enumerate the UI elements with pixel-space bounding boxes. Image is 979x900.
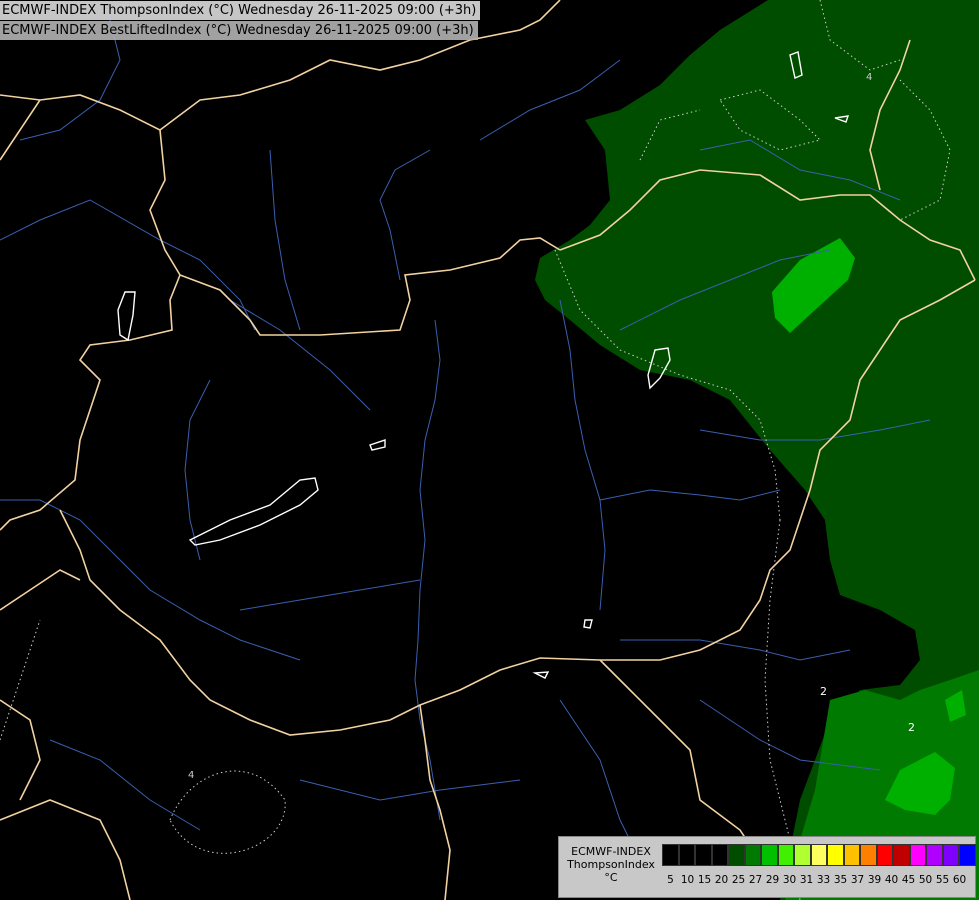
legend-swatch (794, 844, 811, 866)
contour-label: 4 (188, 770, 194, 781)
legend-swatch (678, 844, 695, 866)
legend-tick-label: 31 (799, 874, 814, 886)
legend-tick-label: 60 (952, 874, 967, 886)
legend-swatch (711, 844, 728, 866)
legend-swatches (662, 844, 976, 866)
legend-tick-label: 55 (935, 874, 950, 886)
legend-tick-label: 29 (765, 874, 780, 886)
legend-tick-label: 35 (833, 874, 848, 886)
legend-model-name: ECMWF-INDEX (571, 845, 651, 858)
legend-tick-label: 10 (680, 874, 695, 886)
legend-tick-label: 5 (667, 874, 674, 886)
legend-swatch (695, 844, 712, 866)
legend-tick-label: 27 (748, 874, 763, 886)
weather-map: 2 2 4 4 (0, 0, 979, 900)
legend-swatch (942, 844, 959, 866)
legend-swatch (728, 844, 745, 866)
legend-swatch (909, 844, 926, 866)
legend-swatch (662, 844, 679, 866)
map-title-thompson-index: ECMWF-INDEX ThompsonIndex (°C) Wednesday… (0, 1, 481, 20)
legend-tick-label: 25 (731, 874, 746, 886)
legend-tick-label: 20 (714, 874, 729, 886)
legend-tick-label: 40 (884, 874, 899, 886)
legend-swatch (926, 844, 943, 866)
legend-tick-label: 33 (816, 874, 831, 886)
legend-parameter-name: ThompsonIndex (567, 858, 655, 871)
legend-ticks: 5 10 15 20 25 27 29 30 31 33 35 37 39 40 45 50 55 60 (662, 873, 968, 887)
legend-tick-label: 37 (850, 874, 865, 886)
legend-tick-label: 50 (918, 874, 933, 886)
legend-label: ECMWF-INDEX ThompsonIndex °C (563, 845, 659, 884)
legend-swatch (810, 844, 827, 866)
contour-label: 2 (820, 685, 827, 698)
legend-tick-label: 39 (867, 874, 882, 886)
map-title-best-lifted-index: ECMWF-INDEX BestLiftedIndex (°C) Wednesd… (0, 21, 478, 40)
legend-swatch (761, 844, 778, 866)
legend-tick-label: 15 (697, 874, 712, 886)
color-legend: ECMWF-INDEX ThompsonIndex °C 5 10 15 20 25 27… (558, 836, 976, 898)
legend-swatch (827, 844, 844, 866)
legend-tick-label: 45 (901, 874, 916, 886)
legend-tick-label: 30 (782, 874, 797, 886)
legend-swatch (860, 844, 877, 866)
legend-swatch (959, 844, 976, 866)
legend-swatch (876, 844, 893, 866)
legend-unit: °C (604, 871, 618, 884)
legend-swatch (893, 844, 910, 866)
legend-swatch (744, 844, 761, 866)
contour-label: 2 (908, 721, 915, 734)
contour-label: 4 (866, 72, 872, 83)
legend-swatch (843, 844, 860, 866)
legend-swatch (777, 844, 794, 866)
